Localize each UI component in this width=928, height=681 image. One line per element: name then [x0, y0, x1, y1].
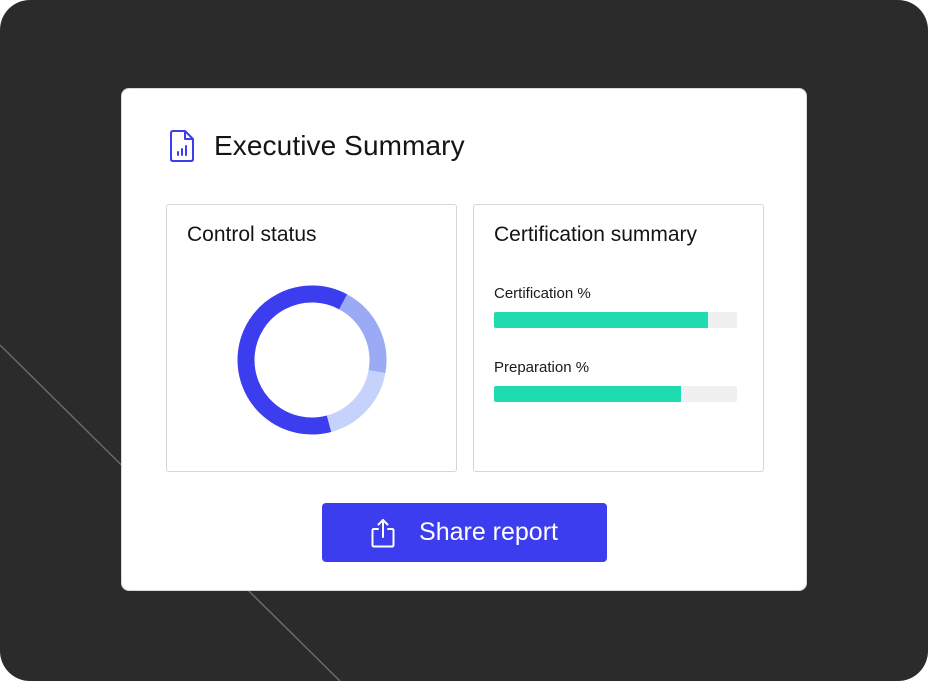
certification-progress-track [494, 312, 737, 328]
donut-segment-2 [338, 294, 387, 374]
donut-segment-1 [237, 285, 348, 435]
app-background: Executive Summary Control status Certifi… [0, 0, 928, 681]
certification-metric: Certification % [494, 285, 737, 328]
share-report-button[interactable]: Share report [322, 503, 607, 562]
control-status-donut-chart [237, 285, 387, 435]
executive-summary-card: Executive Summary Control status Certifi… [121, 88, 807, 591]
certification-summary-panel: Certification summary Certification % Pr… [473, 204, 764, 472]
preparation-progress-track [494, 386, 737, 402]
card-header: Executive Summary [168, 129, 465, 163]
share-report-label: Share report [419, 518, 558, 546]
document-chart-icon [168, 129, 196, 163]
preparation-progress-fill [494, 386, 682, 402]
control-status-title: Control status [187, 223, 317, 246]
preparation-metric: Preparation % [494, 359, 737, 402]
share-icon [371, 518, 395, 548]
certification-label: Certification % [494, 285, 591, 302]
page-title: Executive Summary [214, 130, 465, 161]
donut-segment-3 [326, 369, 386, 432]
certification-summary-title: Certification summary [494, 223, 698, 246]
preparation-label: Preparation % [494, 359, 590, 376]
certification-progress-fill [494, 312, 708, 328]
control-status-panel: Control status [166, 204, 457, 472]
